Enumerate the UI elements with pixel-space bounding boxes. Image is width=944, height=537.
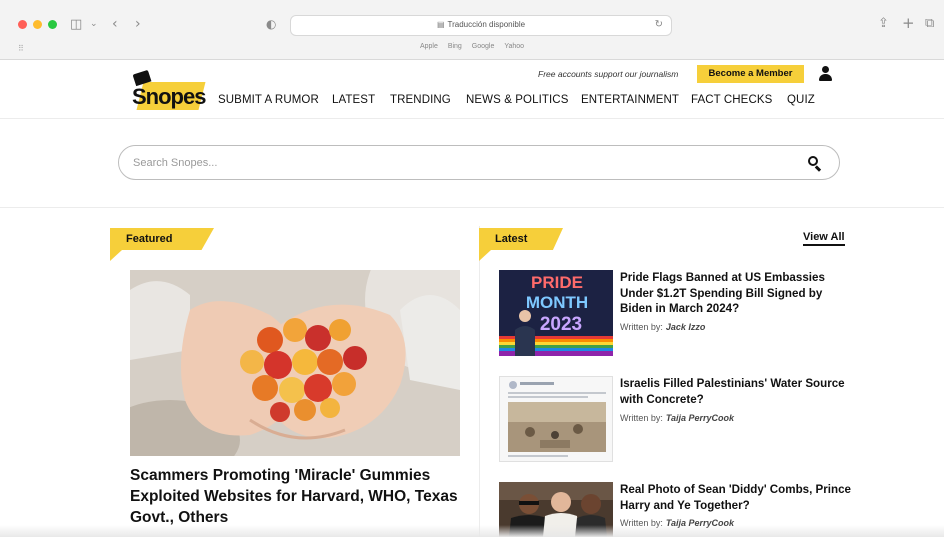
search-input[interactable]	[133, 155, 773, 171]
written-by-label: Written by:	[620, 322, 663, 332]
latest-item-title[interactable]: Pride Flags Banned at US Embassies Under…	[620, 270, 852, 317]
header-divider	[0, 118, 944, 119]
latest-section-tab: Latest	[479, 228, 563, 261]
latest-item-byline: Written by: Jack Izzo	[620, 322, 705, 332]
thumb-text-pride: PRIDE	[531, 273, 583, 292]
author-link[interactable]: Jack Izzo	[666, 322, 706, 332]
search-icon[interactable]	[808, 156, 822, 172]
nav-submit-rumor[interactable]: SUBMIT A RUMOR	[218, 94, 319, 106]
nav-quiz[interactable]: QUIZ	[787, 94, 815, 106]
thumb-text-month: MONTH	[526, 293, 588, 312]
author-link[interactable]: Taija PerryCook	[666, 413, 734, 423]
column-divider	[479, 226, 480, 537]
tab-overview-icon[interactable]: ⧉	[925, 16, 934, 31]
nav-latest[interactable]: LATEST	[332, 94, 375, 106]
search-bar[interactable]	[118, 145, 840, 180]
zoom-window-button[interactable]	[48, 20, 57, 29]
nav-trending[interactable]: TRENDING	[390, 94, 451, 106]
favorite-link[interactable]: Yahoo	[504, 43, 524, 50]
address-bar-text: Traducción disponible	[447, 20, 526, 29]
favorite-link[interactable]: Apple	[420, 43, 438, 50]
latest-item-thumbnail[interactable]	[499, 376, 613, 462]
new-tab-icon[interactable]: +	[902, 14, 915, 32]
minimize-window-button[interactable]	[33, 20, 42, 29]
favorites-bar: Apple Bing Google Yahoo	[0, 43, 944, 50]
nav-entertainment[interactable]: ENTERTAINMENT	[581, 94, 679, 106]
user-account-icon[interactable]	[818, 66, 832, 82]
logo-text: Snopes	[132, 84, 206, 109]
favorite-link[interactable]: Bing	[448, 43, 462, 50]
become-member-button[interactable]: Become a Member	[697, 65, 804, 83]
address-bar[interactable]: ▤ Traducción disponible ↻	[290, 15, 672, 36]
browser-toolbar: ◫ ⌄ ‹ › ◐ ▤ Traducción disponible ↻ ⇪ + ⧉…	[0, 0, 944, 60]
share-icon[interactable]: ⇪	[878, 16, 889, 31]
latest-item-title[interactable]: Israelis Filled Palestinians' Water Sour…	[620, 376, 852, 407]
window-bottom-edge	[0, 525, 944, 537]
nav-news-politics[interactable]: NEWS & POLITICS	[466, 94, 568, 106]
featured-article-title[interactable]: Scammers Promoting 'Miracle' Gummies Exp…	[130, 465, 460, 528]
featured-image-gummies[interactable]	[130, 270, 460, 456]
translate-icon[interactable]: ▤	[437, 20, 445, 29]
search-divider	[0, 207, 944, 208]
featured-label: Featured	[126, 233, 173, 245]
favorite-link[interactable]: Google	[472, 43, 495, 50]
latest-item-title[interactable]: Real Photo of Sean 'Diddy' Combs, Prince…	[620, 482, 852, 513]
featured-section-tab: Featured	[110, 228, 214, 261]
snopes-logo[interactable]: Snopes	[130, 69, 206, 112]
window-controls	[18, 20, 57, 29]
written-by-label: Written by:	[620, 413, 663, 423]
view-all-link[interactable]: View All	[803, 231, 845, 246]
thumb-text-year: 2023	[540, 314, 582, 335]
nav-fact-checks[interactable]: FACT CHECKS	[691, 94, 772, 106]
latest-label: Latest	[495, 233, 528, 245]
close-window-button[interactable]	[18, 20, 27, 29]
latest-item-byline: Written by: Taija PerryCook	[620, 413, 734, 423]
forward-arrow-icon[interactable]: ›	[135, 16, 141, 32]
chevron-down-icon[interactable]: ⌄	[90, 19, 98, 29]
sidebar-toggle-icon[interactable]: ◫	[70, 17, 82, 32]
privacy-shield-icon[interactable]: ◐	[266, 17, 276, 31]
tagline: Free accounts support our journalism	[538, 69, 679, 79]
reload-icon[interactable]: ↻	[655, 19, 663, 30]
latest-item-thumbnail[interactable]: PRIDE MONTH 2023	[499, 270, 613, 356]
back-arrow-icon[interactable]: ‹	[112, 16, 118, 32]
